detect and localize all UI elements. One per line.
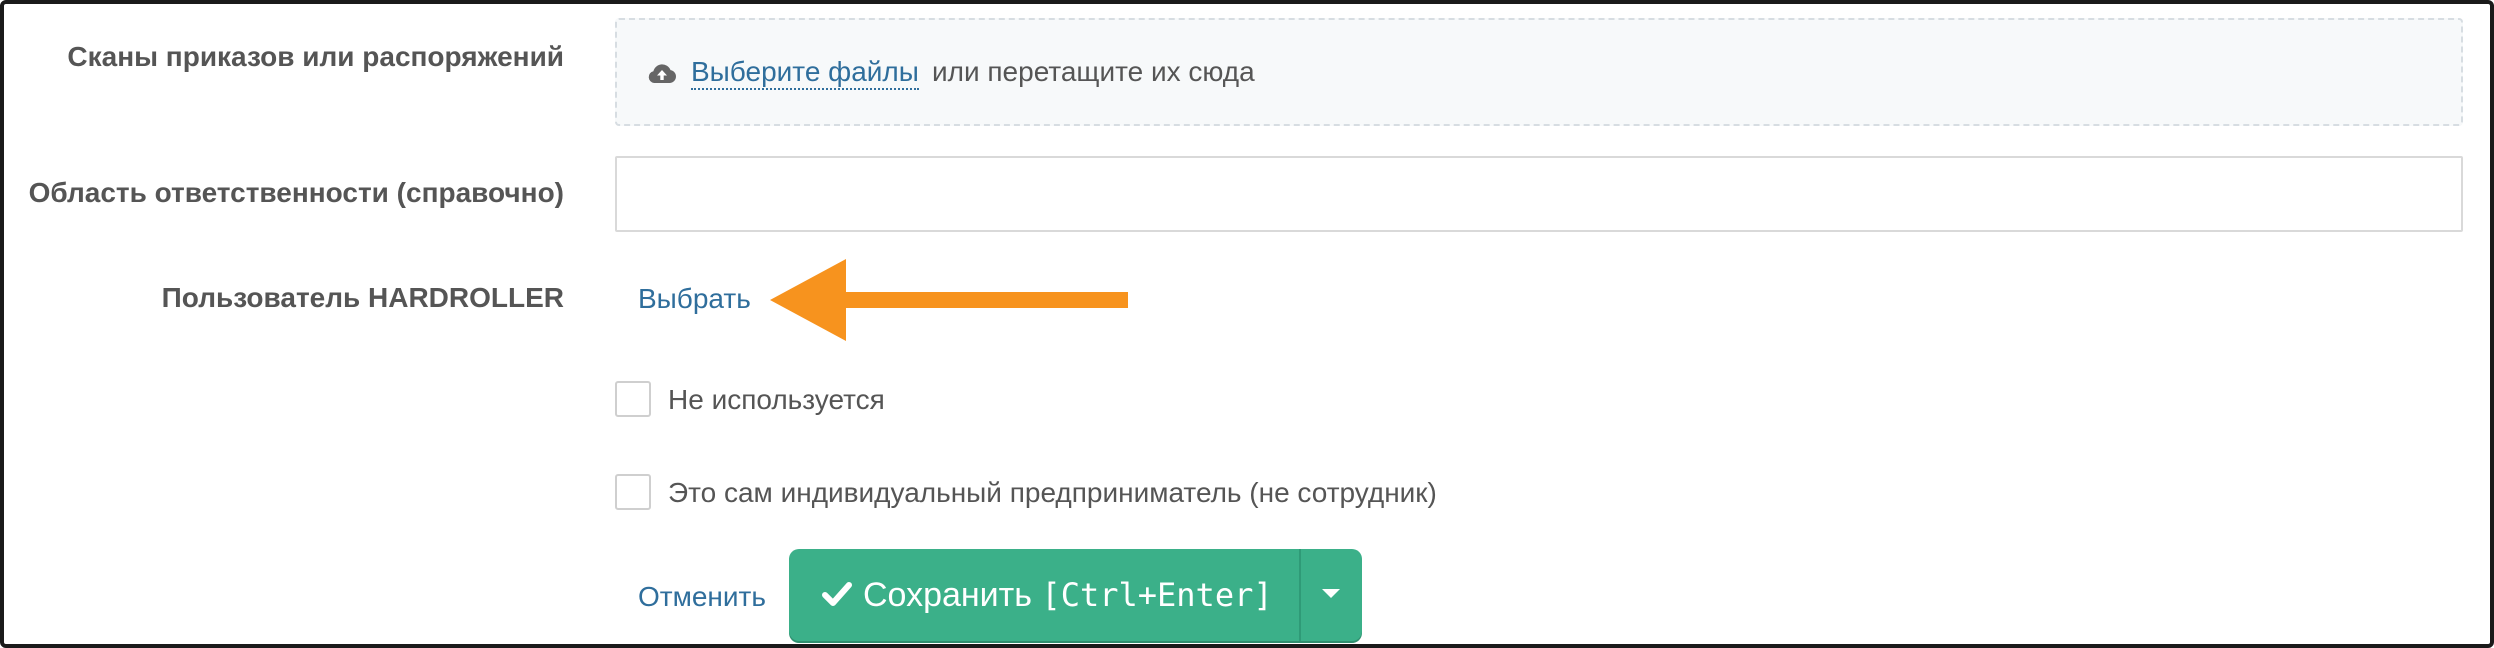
checkmark-icon xyxy=(822,582,852,606)
sole-proprietor-checkbox[interactable] xyxy=(615,474,651,510)
cloud-upload-icon xyxy=(648,64,676,83)
save-label-text: Сохранить xyxy=(863,576,1032,614)
responsibility-input[interactable] xyxy=(615,156,2463,232)
user-label: Пользователь HARDROLLER xyxy=(161,282,564,313)
sole-proprietor-label[interactable]: Это сам индивидуальный предприниматель (… xyxy=(668,477,1437,509)
choose-files-link[interactable]: Выберите файлы xyxy=(691,56,919,90)
not-used-label[interactable]: Не используется xyxy=(668,384,885,416)
save-button-label: Сохранить [Ctrl+Enter] xyxy=(863,575,1273,615)
scans-label: Сканы приказов или распоряжений xyxy=(67,41,564,72)
select-user-link[interactable]: Выбрать xyxy=(638,283,751,315)
cancel-link[interactable]: Отменить xyxy=(638,581,766,613)
caret-down-icon xyxy=(1322,589,1340,598)
responsibility-label: Область ответственности (справочно) xyxy=(28,177,564,208)
not-used-checkbox[interactable] xyxy=(615,381,651,417)
orange-arrow-annotation xyxy=(770,259,1128,341)
form-panel: Сканы приказов или распоряжений Выберите… xyxy=(0,0,2494,648)
file-dropzone[interactable]: Выберите файлы или перетащите их сюда xyxy=(615,18,2463,126)
save-shortcut-text: [Ctrl+Enter] xyxy=(1041,576,1273,614)
drag-hint-text: или перетащите их сюда xyxy=(932,56,1255,87)
save-button[interactable]: Сохранить [Ctrl+Enter] xyxy=(789,549,1299,641)
save-button-group: Сохранить [Ctrl+Enter] xyxy=(789,549,1362,641)
save-options-dropdown-button[interactable] xyxy=(1301,549,1362,641)
